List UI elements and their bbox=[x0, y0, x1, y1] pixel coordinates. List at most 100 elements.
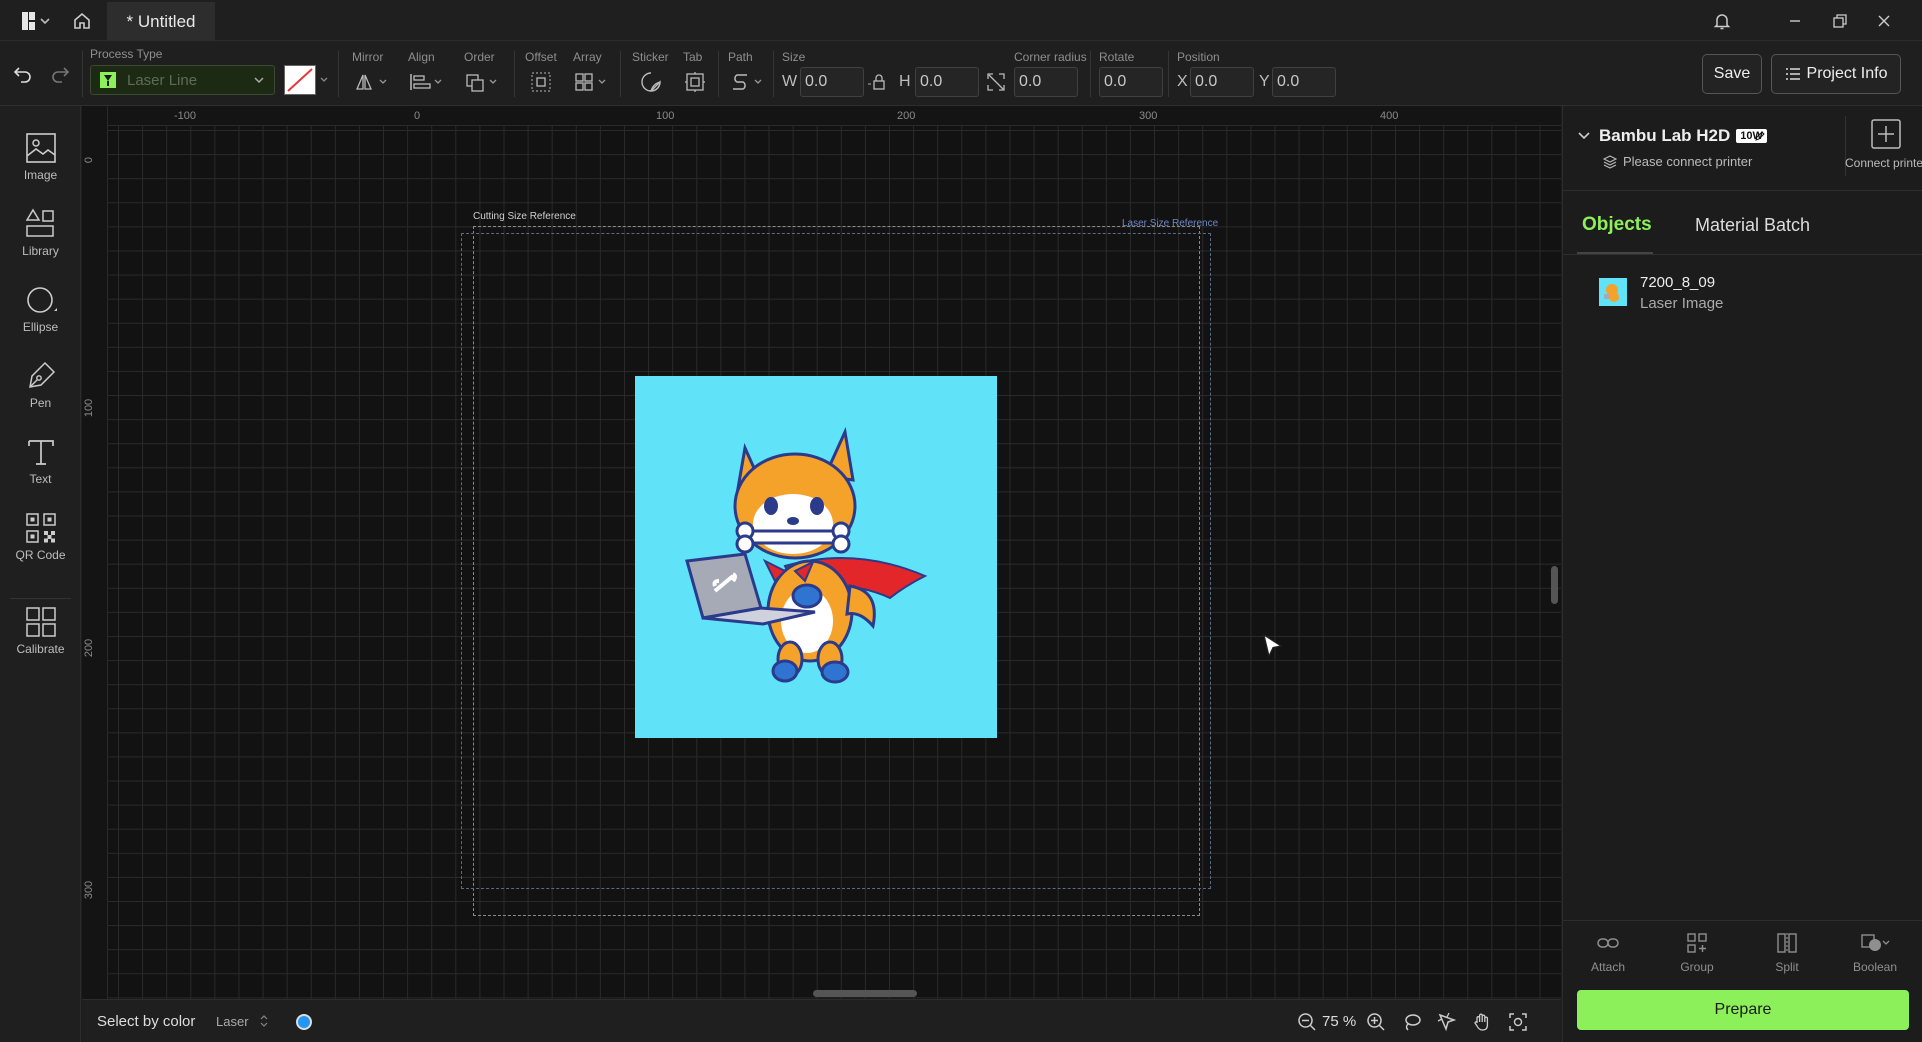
color-dot[interactable] bbox=[296, 1014, 312, 1030]
mode-select[interactable]: Laser bbox=[216, 1010, 276, 1032]
restore-button[interactable] bbox=[1818, 0, 1862, 41]
laser-image-object[interactable] bbox=[635, 376, 997, 738]
tab-material-batch[interactable]: Material Batch bbox=[1695, 215, 1810, 236]
split-icon bbox=[1777, 933, 1797, 953]
layers-icon bbox=[1603, 154, 1617, 169]
pen-icon bbox=[28, 361, 55, 388]
minimize-button[interactable] bbox=[1773, 0, 1817, 41]
pan-tool-button[interactable] bbox=[1470, 1010, 1494, 1034]
chevron-down-icon bbox=[254, 77, 264, 84]
tool-image-label: Image bbox=[23, 168, 58, 182]
app-menu-button[interactable] bbox=[10, 0, 56, 41]
align-button[interactable] bbox=[406, 69, 446, 95]
undo-icon bbox=[13, 67, 31, 83]
redo-button[interactable] bbox=[47, 61, 73, 87]
select-tool-button[interactable] bbox=[1435, 1010, 1459, 1034]
horizontal-scrollbar[interactable] bbox=[813, 990, 917, 997]
corner-radius-input[interactable]: 0.0 bbox=[1014, 67, 1078, 97]
toolbar-separator bbox=[718, 51, 719, 97]
printer-selector[interactable]: Bambu Lab H2D 10W bbox=[1577, 126, 1767, 146]
save-button[interactable]: Save bbox=[1702, 54, 1762, 94]
scale-button[interactable] bbox=[983, 70, 1009, 94]
position-x-input[interactable]: 0.0 bbox=[1190, 67, 1254, 97]
boolean-button[interactable]: Boolean bbox=[1831, 932, 1919, 992]
array-button[interactable] bbox=[572, 69, 612, 95]
width-input[interactable]: 0.0 bbox=[800, 67, 864, 97]
project-info-label: Project Info bbox=[1806, 65, 1888, 82]
close-icon bbox=[1878, 15, 1890, 26]
tab-objects[interactable]: Objects bbox=[1582, 214, 1652, 236]
position-label: Position bbox=[1177, 50, 1220, 64]
group-button[interactable]: Group bbox=[1653, 932, 1741, 992]
zoom-in-button[interactable] bbox=[1364, 1010, 1388, 1034]
zoom-out-button[interactable] bbox=[1295, 1010, 1319, 1034]
process-type-select[interactable]: Laser Line bbox=[90, 65, 275, 95]
process-type-value: Laser Line bbox=[127, 71, 198, 89]
no-color-icon bbox=[287, 68, 313, 92]
ruler-tick-label: 300 bbox=[83, 880, 96, 900]
select-by-color-label: Select by color bbox=[97, 1013, 196, 1030]
chevron-down-icon bbox=[1578, 132, 1590, 140]
bell-icon bbox=[1713, 13, 1731, 29]
color-swatch-button[interactable] bbox=[284, 65, 316, 95]
sticker-icon bbox=[641, 72, 661, 92]
ruler-left: 0 100 200 300 bbox=[82, 106, 108, 999]
prepare-label: Prepare bbox=[1714, 1001, 1772, 1018]
sticker-button[interactable] bbox=[636, 69, 666, 95]
tool-qr-code[interactable]: QR Code bbox=[0, 512, 81, 582]
fit-view-icon bbox=[1509, 1013, 1527, 1031]
laser-size-reference-label: Laser Size Reference bbox=[1122, 218, 1219, 229]
position-y-input[interactable]: 0.0 bbox=[1272, 67, 1336, 97]
notifications-button[interactable] bbox=[1700, 0, 1744, 41]
toolbar: Process Type Laser Line Mirror Align Ord… bbox=[0, 41, 1922, 106]
tool-library-label: Library bbox=[22, 244, 59, 258]
toolbar-separator bbox=[338, 51, 339, 97]
ruler-tick-label: 400 bbox=[1380, 110, 1399, 122]
qr-code-icon bbox=[25, 513, 56, 543]
tab-button[interactable] bbox=[680, 69, 710, 95]
toolbar-separator bbox=[773, 51, 774, 97]
color-dropdown-button[interactable] bbox=[318, 71, 330, 89]
ruler-tick-label: -100 bbox=[174, 110, 197, 122]
undo-button[interactable] bbox=[10, 61, 36, 87]
mirror-button[interactable] bbox=[352, 69, 392, 95]
tool-text[interactable]: Text bbox=[0, 436, 81, 506]
tool-pen[interactable]: Pen bbox=[0, 360, 81, 430]
height-input[interactable]: 0.0 bbox=[915, 67, 979, 97]
close-window-button[interactable] bbox=[1862, 0, 1906, 41]
ruler-tick-label: 300 bbox=[1139, 110, 1158, 122]
chevron-down-icon bbox=[320, 77, 328, 82]
vertical-scrollbar[interactable] bbox=[1551, 566, 1558, 604]
size-label: Size bbox=[782, 50, 806, 64]
zoom-in-icon bbox=[1367, 1013, 1385, 1031]
project-info-button[interactable]: Project Info bbox=[1771, 54, 1901, 94]
split-button[interactable]: Split bbox=[1743, 932, 1831, 992]
ruler-tick-label: 0 bbox=[83, 156, 96, 164]
ruler-top: -100 0 100 200 300 400 bbox=[82, 106, 1561, 126]
path-button[interactable] bbox=[728, 69, 768, 95]
mirror-label: Mirror bbox=[352, 50, 384, 64]
offset-button[interactable] bbox=[526, 69, 556, 95]
list-item[interactable]: 7200_8_09 Laser Image bbox=[1563, 264, 1922, 316]
panel-divider bbox=[1563, 920, 1922, 921]
order-label: Order bbox=[464, 50, 495, 64]
tool-ellipse[interactable]: Ellipse bbox=[0, 284, 81, 354]
link-icon bbox=[1597, 938, 1619, 948]
height-letter: H bbox=[899, 73, 911, 90]
design-canvas[interactable]: -100 0 100 200 300 400 0 100 200 300 Cut… bbox=[82, 106, 1561, 999]
fit-view-button[interactable] bbox=[1506, 1010, 1530, 1034]
home-button[interactable] bbox=[66, 0, 98, 41]
rotate-input[interactable]: 0.0 bbox=[1099, 67, 1163, 97]
tool-calibrate[interactable]: Calibrate bbox=[0, 606, 81, 676]
tool-library[interactable]: Library bbox=[0, 208, 81, 278]
document-tab[interactable]: * Untitled bbox=[107, 2, 215, 41]
connect-printer-button[interactable]: Connect printer bbox=[1845, 118, 1922, 178]
cutting-size-reference-label: Cutting Size Reference bbox=[473, 211, 576, 222]
tool-image[interactable]: Image bbox=[0, 132, 81, 202]
attach-button[interactable]: Attach bbox=[1564, 932, 1652, 992]
prepare-button[interactable]: Prepare bbox=[1577, 990, 1909, 1030]
zoom-out-icon bbox=[1298, 1013, 1316, 1031]
lasso-select-button[interactable] bbox=[1400, 1010, 1424, 1034]
lock-aspect-button[interactable] bbox=[866, 70, 892, 94]
order-button[interactable] bbox=[462, 69, 502, 95]
